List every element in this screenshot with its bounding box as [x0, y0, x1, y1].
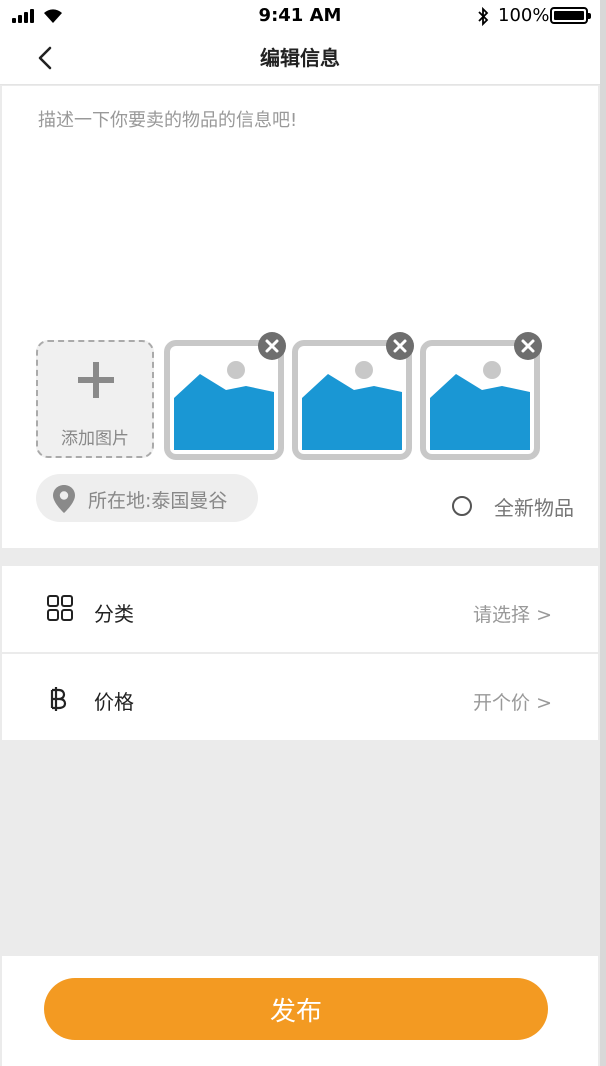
- description-input[interactable]: [38, 106, 568, 306]
- add-photo-button[interactable]: 添加图片: [36, 340, 154, 458]
- editor-card: 添加图片: [2, 86, 598, 548]
- image-placeholder-icon: [302, 361, 402, 450]
- publish-button[interactable]: 发布: [44, 978, 548, 1040]
- brand-new-label: 全新物品: [494, 496, 574, 520]
- status-bar: 9:41 AM 100%: [0, 0, 600, 34]
- map-pin-icon: [53, 485, 75, 513]
- price-label: 价格: [94, 690, 134, 714]
- remove-photo-button[interactable]: [514, 332, 542, 360]
- photo-thumbnail[interactable]: [292, 332, 414, 460]
- image-placeholder-icon: [174, 361, 274, 450]
- price-value: 开个价 >: [473, 692, 552, 714]
- plus-icon: [78, 362, 114, 398]
- baht-icon: [50, 687, 67, 711]
- close-icon: [265, 339, 279, 353]
- photo-thumbnail[interactable]: [420, 332, 542, 460]
- battery-icon: [550, 7, 591, 24]
- add-photo-label: 添加图片: [61, 429, 129, 449]
- category-label: 分类: [94, 602, 134, 626]
- battery-percent: 100%: [498, 5, 550, 26]
- nav-bar: 编辑信息: [0, 34, 600, 85]
- category-value: 请选择 >: [473, 604, 552, 626]
- close-icon: [393, 339, 407, 353]
- close-icon: [521, 339, 535, 353]
- remove-photo-button[interactable]: [386, 332, 414, 360]
- location-chip[interactable]: 所在地:泰国曼谷: [36, 474, 258, 522]
- category-row[interactable]: 分类 请选择 >: [2, 566, 598, 652]
- remove-photo-button[interactable]: [258, 332, 286, 360]
- price-row[interactable]: 价格 开个价 >: [2, 654, 598, 740]
- grid-icon: [47, 595, 73, 621]
- image-placeholder-icon: [430, 361, 530, 450]
- brand-new-toggle[interactable]: 全新物品: [450, 492, 590, 522]
- right-edge-divider: [600, 0, 606, 1066]
- bluetooth-icon: [478, 6, 489, 27]
- bottom-bar: 发布: [2, 956, 598, 1066]
- page-title: 编辑信息: [260, 46, 340, 70]
- photo-thumbnail[interactable]: [164, 332, 286, 460]
- location-label: 所在地:泰国曼谷: [88, 490, 228, 512]
- radio-circle-icon: [452, 496, 472, 516]
